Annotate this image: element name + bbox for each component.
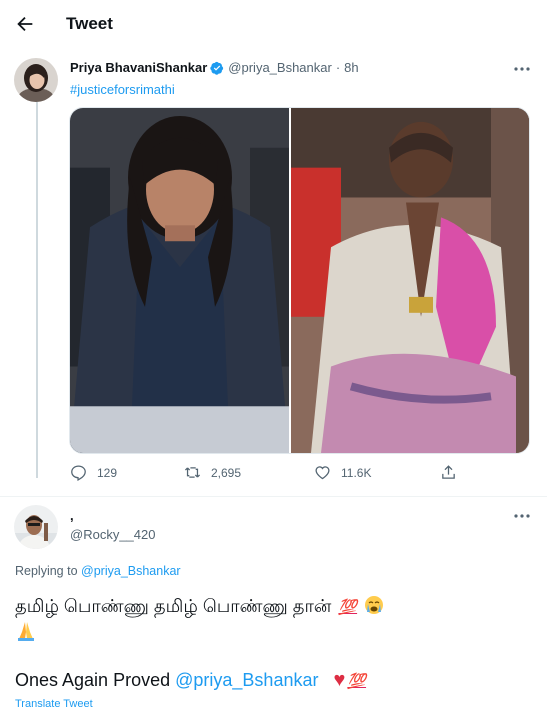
hundred-emoji-2: 💯 bbox=[347, 673, 367, 690]
reply-text-line2: Ones Again Proved @priya_Bshankar ♥ 💯 bbox=[15, 669, 366, 692]
reply-text: தமிழ் பொண்ணு தமிழ் பொண்ணு தான் 💯 bbox=[15, 594, 384, 645]
mention-link[interactable]: @priya_Bshankar bbox=[175, 670, 318, 690]
reply-author-handle[interactable]: @Rocky__420 bbox=[70, 527, 155, 542]
replying-to: Replying to @priya_Bshankar bbox=[15, 564, 181, 578]
hundred-emoji: 💯 bbox=[338, 599, 358, 616]
back-arrow-icon[interactable] bbox=[14, 13, 36, 35]
tweet-actions: 129 2,695 11.6K bbox=[70, 464, 470, 484]
heart-emoji: ♥ bbox=[333, 669, 346, 691]
separator-dot: · bbox=[335, 60, 341, 75]
divider bbox=[0, 496, 547, 497]
share-icon bbox=[442, 465, 455, 479]
reply-text-prefix: Ones Again Proved bbox=[15, 670, 171, 690]
reply-icon bbox=[71, 465, 86, 481]
folded-hands-emoji-icon bbox=[18, 622, 34, 641]
reply-author-avatar[interactable] bbox=[14, 505, 58, 549]
author-name[interactable]: Priya BhavaniShankar bbox=[70, 60, 207, 75]
crying-face-emoji-icon bbox=[365, 596, 384, 614]
thread-connector-line bbox=[36, 102, 38, 478]
hashtag-link[interactable]: #justiceforsrimathi bbox=[70, 82, 175, 97]
share-action[interactable] bbox=[440, 464, 467, 481]
reply-author-name[interactable]: , bbox=[70, 508, 74, 523]
tweet-time[interactable]: 8h bbox=[344, 60, 358, 75]
page-title: Tweet bbox=[66, 14, 113, 33]
retweet-action[interactable]: 2,695 bbox=[184, 464, 241, 481]
replying-to-handle[interactable]: @priya_Bshankar bbox=[81, 564, 181, 578]
more-icon[interactable] bbox=[512, 62, 532, 76]
like-icon bbox=[315, 466, 330, 480]
like-count: 11.6K bbox=[341, 465, 372, 480]
reply-action[interactable]: 129 bbox=[70, 464, 117, 481]
retweet-icon bbox=[184, 467, 201, 478]
tweet-media[interactable] bbox=[69, 107, 530, 454]
media-photo-left bbox=[70, 108, 289, 453]
verified-badge-icon bbox=[210, 61, 224, 75]
reply-count: 129 bbox=[97, 465, 118, 480]
tweet-author-row: Priya BhavaniShankar @priya_Bshankar · 8… bbox=[70, 60, 359, 75]
author-handle[interactable]: @priya_Bshankar bbox=[228, 60, 332, 75]
media-photo-right bbox=[291, 108, 529, 453]
top-bar: Tweet bbox=[0, 0, 547, 50]
reply-text-line1: தமிழ் பொண்ணு தமிழ் பொண்ணு தான் bbox=[15, 596, 332, 616]
replying-to-prefix: Replying to bbox=[15, 564, 78, 578]
translate-tweet-link[interactable]: Translate Tweet bbox=[15, 698, 93, 710]
reply-more-icon[interactable] bbox=[512, 509, 532, 523]
like-action[interactable]: 11.6K bbox=[314, 464, 371, 481]
author-avatar[interactable] bbox=[14, 58, 58, 102]
retweet-count: 2,695 bbox=[211, 465, 242, 480]
